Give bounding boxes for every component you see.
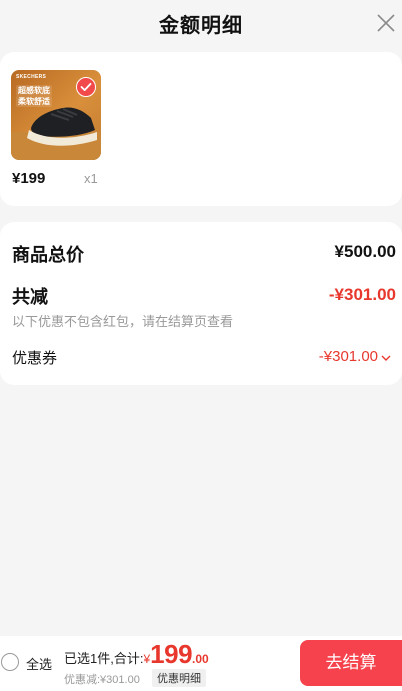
total-amount-int: 199 — [150, 639, 193, 669]
discount-detail-tag[interactable]: 优惠明细 — [152, 669, 206, 687]
amount-detail-page: 金额明细 SKECHERS 超感软底 柔软舒适 ¥199 x1 商品总价 ¥50… — [0, 0, 402, 691]
check-icon[interactable] — [76, 77, 96, 97]
product-tag-2: 柔软舒适 — [16, 96, 52, 107]
page-title: 金额明细 — [159, 15, 243, 37]
coupon-value[interactable]: -¥301.00 — [319, 348, 378, 365]
product-price: ¥199 — [12, 170, 46, 187]
total-amount-dec: .00 — [192, 652, 209, 666]
product-tag-1: 超感软底 — [16, 85, 52, 96]
reduce-label: 共减 — [12, 287, 48, 307]
header: 金额明细 — [0, 0, 402, 46]
price-summary-card: 商品总价 ¥500.00 共减 -¥301.00 以下优惠不包含红包，请在结算页… — [0, 222, 402, 385]
product-thumbnail[interactable]: SKECHERS 超感软底 柔软舒适 — [11, 70, 101, 160]
select-all-label[interactable]: 全选 — [26, 654, 52, 673]
product-quantity: x1 — [84, 171, 98, 186]
chevron-down-icon[interactable] — [380, 352, 392, 364]
total-label: 商品总价 — [12, 245, 84, 265]
checkout-button[interactable]: 去结算 — [300, 640, 402, 686]
selected-summary: 已选1件,合计:¥199.00 — [64, 639, 209, 670]
coupon-label: 优惠券 — [12, 350, 58, 367]
discount-text: 优惠减:¥301.00 — [64, 674, 140, 686]
bottom-bar: 全选 已选1件,合计:¥199.00 优惠减:¥301.00 优惠明细 去结算 — [0, 636, 402, 691]
brand-text: SKECHERS — [16, 74, 47, 80]
select-all-radio[interactable] — [1, 653, 19, 671]
reduce-value: -¥301.00 — [328, 285, 396, 304]
total-value: ¥500.00 — [334, 242, 396, 261]
product-card: SKECHERS 超感软底 柔软舒适 ¥199 x1 — [0, 52, 402, 206]
close-icon[interactable] — [374, 11, 398, 35]
selected-text: 已选1件,合计: — [64, 651, 144, 666]
reduce-note: 以下优惠不包含红包，请在结算页查看 — [12, 314, 234, 329]
